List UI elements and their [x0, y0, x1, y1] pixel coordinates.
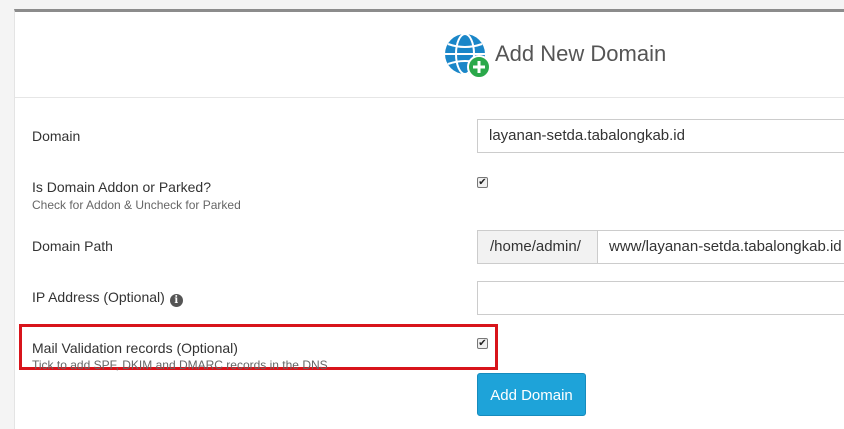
checkmark-icon: ✔	[478, 177, 487, 188]
checkmark-icon: ✔	[478, 338, 487, 349]
addon-parked-label: Is Domain Addon or Parked?	[32, 179, 211, 195]
addon-parked-help: Check for Addon & Uncheck for Parked	[32, 198, 241, 212]
add-domain-button[interactable]: Add Domain	[477, 373, 586, 416]
mail-validation-label: Mail Validation records (Optional)	[32, 340, 238, 356]
globe-add-icon	[445, 33, 491, 79]
mail-validation-help: Tick to add SPF, DKIM and DMARC records …	[32, 358, 328, 372]
addon-parked-checkbox[interactable]: ✔	[477, 177, 488, 188]
page-title: Add New Domain	[495, 41, 667, 66]
panel-header: Add New Domain	[15, 12, 844, 98]
mail-validation-checkbox[interactable]: ✔	[477, 338, 488, 349]
domain-input[interactable]: layanan-setda.tabalongkab.id	[477, 119, 844, 153]
ip-address-input[interactable]	[477, 281, 844, 315]
ip-address-label-text: IP Address (Optional)	[32, 289, 165, 305]
domain-label: Domain	[32, 128, 81, 144]
domain-path-label: Domain Path	[32, 238, 113, 254]
ip-address-label: IP Address (Optional) i	[32, 289, 183, 307]
add-domain-panel: Add New Domain Domain layanan-setda.taba…	[14, 9, 844, 429]
domain-path-input[interactable]: www/layanan-setda.tabalongkab.id	[597, 230, 844, 264]
info-icon[interactable]: i	[169, 294, 183, 307]
domain-path-prefix: /home/admin/	[477, 230, 598, 264]
